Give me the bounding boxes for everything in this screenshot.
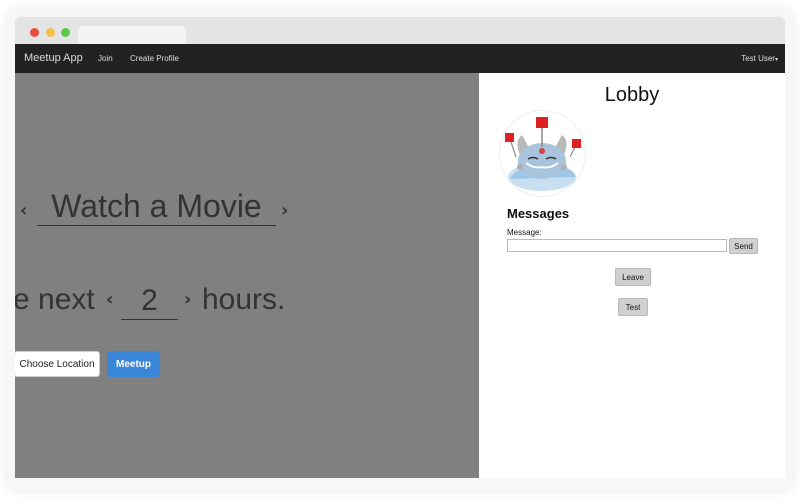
hours-prev-icon[interactable]: ‹ [106,289,113,310]
navbar: Meetup App Join Create Profile Test User… [15,44,785,73]
message-input[interactable] [507,239,727,252]
test-button[interactable]: Test [618,298,648,316]
message-label: Message: [507,228,542,237]
planner-panel: ‹ Watch a Movie › e next ‹ 2 › hours. Ch… [15,73,479,478]
sentence-start: e next [15,283,95,316]
leave-button[interactable]: Leave [615,268,651,286]
monster-avatar-icon [505,117,581,191]
activity-prev-icon[interactable]: ‹ [20,200,27,221]
nav-link-create-profile[interactable]: Create Profile [130,44,179,73]
activity-next-icon[interactable]: › [281,200,288,221]
hours-field[interactable]: 2 [121,283,178,320]
zoom-window-icon[interactable] [61,28,70,37]
send-button[interactable]: Send [729,238,758,254]
avatar [499,110,586,197]
minimize-window-icon[interactable] [46,28,55,37]
choose-location-button[interactable]: Choose Location [15,351,100,377]
caret-down-icon: ▾ [774,57,778,63]
user-menu[interactable]: Test User▾ [741,44,778,75]
hours-next-icon[interactable]: › [184,289,191,310]
lobby-panel: Lobby Messages Message: Send Leave Test [479,73,785,478]
browser-window: Meetup App Join Create Profile Test User… [7,9,793,491]
nav-link-join[interactable]: Join [98,44,113,73]
user-name: Test User [741,54,775,63]
close-window-icon[interactable] [30,28,39,37]
navbar-brand[interactable]: Meetup App [24,44,83,73]
sentence-end: hours. [202,283,286,316]
lobby-title: Lobby [604,84,660,106]
app-viewport: Meetup App Join Create Profile Test User… [15,44,785,478]
activity-field[interactable]: Watch a Movie [37,187,276,226]
meetup-button[interactable]: Meetup [107,351,160,377]
messages-heading: Messages [507,206,570,221]
